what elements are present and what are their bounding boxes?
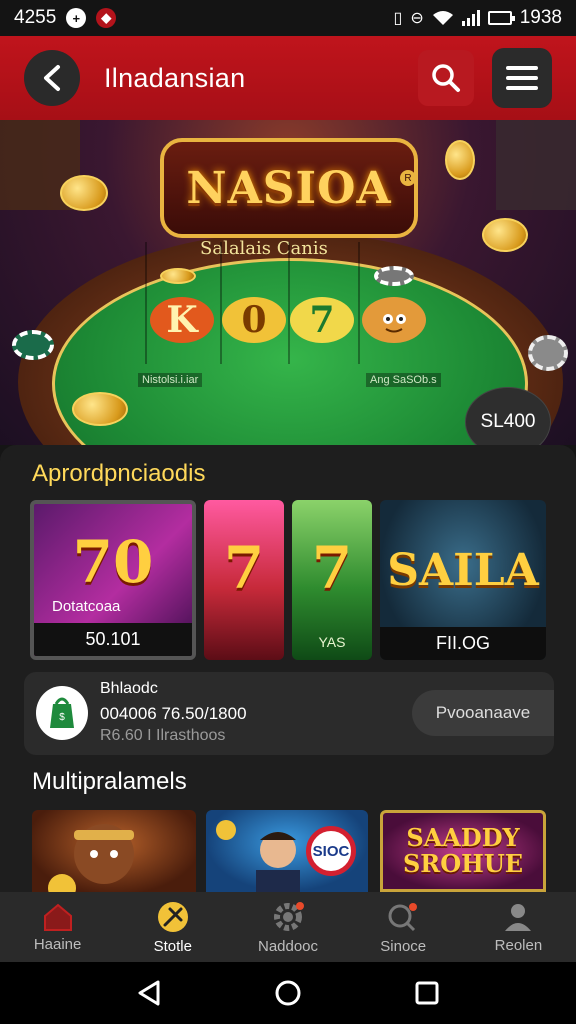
casino-chip-icon [528,335,568,371]
recents-square-icon[interactable] [414,980,440,1006]
gold-coin-icon [60,175,108,211]
game-card[interactable]: SAILA FII.OG [380,500,546,660]
nav-item-slots[interactable]: Stotle [115,892,230,962]
wifi-icon [432,11,453,25]
search-button[interactable] [418,50,474,106]
vibrate-icon: ▯ [393,10,403,27]
card-symbol: SAILA [387,544,539,596]
signal-icon [461,10,480,26]
reel-symbol: 0 [222,297,286,343]
game-card[interactable]: 7 YAS [292,500,372,660]
game-card[interactable]: 70 Dotatcoaa 50.101 [30,500,196,660]
card-caption: Dotatcoaa [52,598,121,615]
nav-label: Sinoce [380,937,427,955]
home-circle-icon[interactable] [274,979,302,1007]
game-thumbnail[interactable]: SIOC [206,810,368,892]
hamburger-menu-icon [506,66,538,90]
reel-symbol: 7 [290,297,354,343]
reel-symbol: K [150,297,214,343]
promo-line-2: R6.60 I Ilrasthoos [100,727,226,744]
card-symbol: 7 [311,534,353,602]
nav-label: Reolen [494,936,543,954]
nav-item-settings[interactable]: Naddooc [230,892,345,962]
back-triangle-icon[interactable] [136,979,162,1007]
featured-section: Aprordpnciaodis 70 Dotatcoaa 50.101 7 7 … [0,445,576,771]
profile-icon [505,903,532,931]
nav-item-profile[interactable]: Reolen [461,892,576,962]
mascot-symbol-icon [362,297,426,343]
menu-button[interactable] [492,48,552,108]
back-button[interactable] [24,50,80,106]
nav-label: Stotle [153,937,192,955]
slots-icon [157,901,188,932]
status-time-left: 4255 [14,7,57,28]
nav-label: Naddooc [257,937,319,955]
nav-label: Haaine [33,935,82,953]
nav-item-home[interactable]: Haaine [0,892,115,962]
home-icon [43,903,72,931]
reel-3: 7 [286,265,358,375]
bet-amount-text: SL400 [480,411,536,432]
card-label: 50.101 [34,623,192,656]
felt-left-label: Nistolsi.i.iar [138,373,203,387]
card-symbol: 7 [223,534,265,602]
casino-chip-icon [12,330,54,360]
back-arrow-icon [44,65,60,91]
background-slot-machine-right [496,120,576,210]
promo-title: Bhlaodc [100,680,158,697]
app-notification-icon: ◆ [96,8,117,28]
promo-line-1: 004006 76.50/1800 [100,704,247,723]
casino-chip-icon [374,266,414,286]
section-title: Multipralamels [32,768,187,795]
gold-coin-icon [482,218,528,252]
game-thumbnail[interactable] [32,810,196,892]
reel-2: 0 [218,265,290,375]
promo-row[interactable]: $ Bhlaodc 004006 76.50/1800 R6.60 I Ilra… [24,672,554,755]
character-avatar-icon [48,824,134,892]
registered-mark-icon: R [400,170,416,186]
page-title: Ilnadansian [104,62,246,93]
battery-icon [487,11,515,25]
game-thumbnail[interactable]: SAADDY SROHUE [380,810,546,892]
data-saver-icon: + [66,8,87,28]
gold-coin-icon [160,268,196,284]
gold-coin-icon [445,140,475,180]
bottom-navigation: Haaine Stotle Naddooc Sinoce Reolen [0,892,576,962]
svg-text:$: $ [59,712,65,723]
thumb-chip-label: SIOC [306,826,356,876]
promo-bag-icon: $ [36,686,88,740]
card-label: YAS [318,634,346,650]
settings-gear-icon [274,901,304,931]
card-symbol: 70 [72,528,154,596]
felt-right-label: Ang SaSOb.s [366,373,441,387]
thumb-title: SAADDY SROHUE [402,822,524,878]
promo-button[interactable]: Pvooanaave [412,690,554,736]
card-label: FII.OG [380,627,546,660]
game-logo: NASIOA R [160,138,418,238]
do-not-disturb-icon: ⊖ [410,10,424,27]
logo-text: NASIOA [186,162,392,214]
nav-item-search[interactable]: Sinoce [346,892,461,962]
status-time-right: 1938 [519,7,562,28]
system-navigation-bar [0,962,576,1024]
game-card[interactable]: 7 [204,500,284,660]
gold-coin-icon [72,392,128,426]
search-notification-icon [388,902,418,931]
status-bar: 4255 + ◆ ▯ ⊖ 1938 [0,0,576,36]
search-icon [432,64,460,92]
app-header: Ilnadansian [0,36,576,120]
section-title: Aprordpnciaodis [32,460,206,487]
